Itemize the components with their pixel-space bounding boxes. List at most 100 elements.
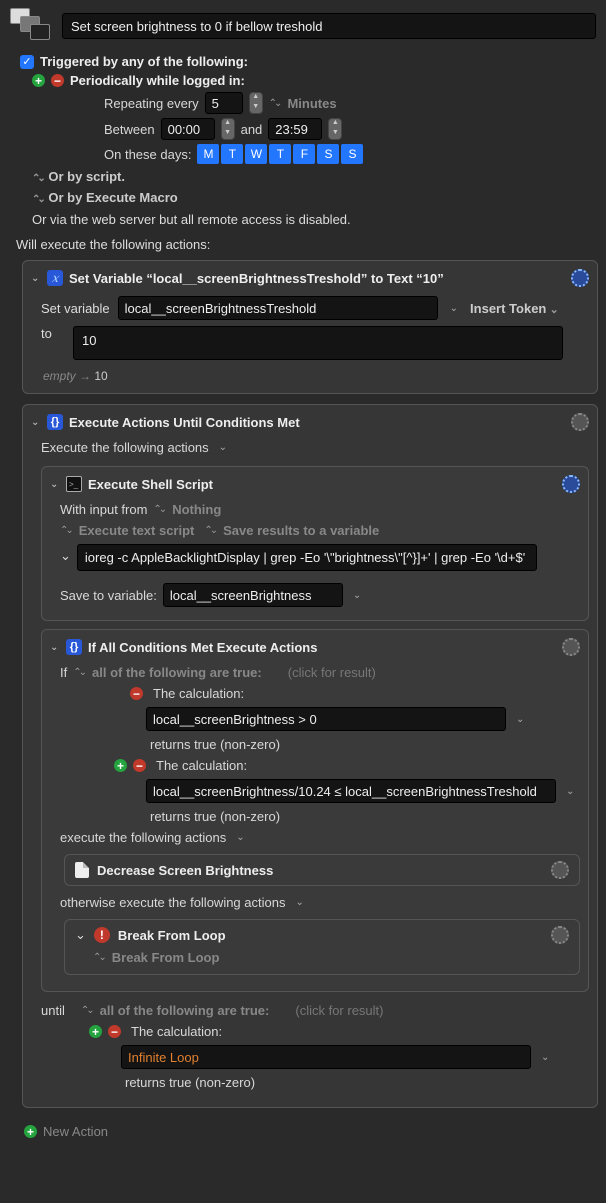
until-label: until bbox=[41, 1003, 65, 1018]
periodic-trigger-label[interactable]: Periodically while logged in: bbox=[70, 73, 245, 88]
decrease-title: Decrease Screen Brightness bbox=[97, 863, 273, 878]
remove-cond-button[interactable]: − bbox=[133, 759, 146, 772]
loop-title: Execute Actions Until Conditions Met bbox=[69, 415, 300, 430]
time-end-input[interactable] bbox=[268, 118, 322, 140]
day-thu[interactable]: T bbox=[269, 144, 291, 164]
calc-label: The calculation: bbox=[156, 758, 247, 773]
triggers-enabled-checkbox[interactable]: ✓ bbox=[20, 55, 34, 69]
shell-mode2[interactable]: Save results to a variable bbox=[223, 523, 379, 538]
gear-icon[interactable] bbox=[571, 413, 589, 431]
time-start-stepper[interactable]: ▲▼ bbox=[221, 118, 235, 140]
until-click-result[interactable]: (click for result) bbox=[275, 1003, 383, 1018]
calc2-input[interactable] bbox=[146, 779, 556, 803]
action-loop[interactable]: ⌄ {} Execute Actions Until Conditions Me… bbox=[22, 404, 598, 1108]
insert-token-link[interactable]: Insert Token bbox=[470, 301, 559, 316]
save-variable-input[interactable] bbox=[163, 583, 343, 607]
mode2-updown-icon[interactable]: ⌃⌄ bbox=[204, 525, 215, 536]
remove-trigger-button[interactable]: − bbox=[51, 74, 64, 87]
gear-icon[interactable] bbox=[551, 861, 569, 879]
break-updown-icon[interactable]: ⌃⌄ bbox=[93, 952, 104, 963]
shell-mode1[interactable]: Execute text script bbox=[79, 523, 195, 538]
variable-dropdown-icon[interactable]: ⌄ bbox=[446, 303, 462, 314]
terminal-icon: >_ bbox=[66, 476, 82, 492]
day-mon[interactable]: M bbox=[197, 144, 219, 164]
calc2-dropdown-icon[interactable]: ⌄ bbox=[562, 786, 578, 797]
result-empty: empty bbox=[43, 369, 76, 383]
gear-icon[interactable] bbox=[562, 638, 580, 656]
break-sub[interactable]: Break From Loop bbox=[112, 950, 220, 965]
arrow-icon: → bbox=[79, 369, 91, 383]
or-script-label[interactable]: Or by script. bbox=[48, 169, 125, 184]
disclosure-icon[interactable]: ⌄ bbox=[31, 273, 41, 284]
repeat-stepper[interactable]: ▲▼ bbox=[249, 92, 263, 114]
calc1-dropdown-icon[interactable]: ⌄ bbox=[512, 714, 528, 725]
day-fri[interactable]: F bbox=[293, 144, 315, 164]
add-cond-button[interactable]: + bbox=[114, 759, 127, 772]
calc3-input[interactable] bbox=[121, 1045, 531, 1069]
save-variable-dropdown-icon[interactable]: ⌄ bbox=[349, 590, 365, 601]
variable-icon: 𝑥 bbox=[47, 270, 63, 286]
add-trigger-button[interactable]: + bbox=[32, 74, 45, 87]
repeat-value-input[interactable] bbox=[205, 92, 243, 114]
calc1-input[interactable] bbox=[146, 707, 506, 731]
then-dropdown-icon[interactable]: ⌄ bbox=[232, 832, 248, 843]
remove-cond-button[interactable]: − bbox=[130, 687, 143, 700]
if-cond-updown-icon[interactable]: ⌃⌄ bbox=[73, 667, 84, 678]
break-title: Break From Loop bbox=[118, 928, 226, 943]
action-shell-script[interactable]: ⌄ >_ Execute Shell Script With input fro… bbox=[41, 466, 589, 621]
new-action-label: New Action bbox=[43, 1124, 108, 1139]
disclosure-icon[interactable]: ⌄ bbox=[50, 642, 60, 653]
script-disclosure-icon[interactable]: ⌄ bbox=[60, 548, 71, 564]
actions-dropdown-icon[interactable]: ⌄ bbox=[215, 442, 231, 453]
or-macro-updown-icon[interactable]: ⌃⌄ bbox=[32, 194, 43, 205]
mode1-updown-icon[interactable]: ⌃⌄ bbox=[60, 525, 71, 536]
gear-icon[interactable] bbox=[562, 475, 580, 493]
variable-name-input[interactable] bbox=[118, 296, 438, 320]
or-script-updown-icon[interactable]: ⌃⌄ bbox=[32, 173, 43, 184]
day-sat[interactable]: S bbox=[317, 144, 339, 164]
day-picker[interactable]: M T W T F S S bbox=[197, 144, 363, 164]
day-wed[interactable]: W bbox=[245, 144, 267, 164]
or-macro-label[interactable]: Or by Execute Macro bbox=[48, 190, 177, 205]
click-for-result[interactable]: (click for result) bbox=[268, 665, 376, 680]
setvar-title: Set Variable “local__screenBrightnessTre… bbox=[69, 271, 444, 286]
to-value-input[interactable]: 10 bbox=[73, 326, 563, 360]
disclosure-icon[interactable]: ⌄ bbox=[75, 927, 86, 943]
disclosure-icon[interactable]: ⌄ bbox=[31, 417, 41, 428]
returns-label: returns true (non-zero) bbox=[125, 1075, 255, 1090]
returns-label: returns true (non-zero) bbox=[150, 737, 280, 752]
if-cond-value[interactable]: all of the following are true: bbox=[92, 665, 262, 680]
else-dropdown-icon[interactable]: ⌄ bbox=[291, 897, 307, 908]
add-until-cond-button[interactable]: + bbox=[89, 1025, 102, 1038]
day-sun[interactable]: S bbox=[341, 144, 363, 164]
script-text-input[interactable]: ioreg -c AppleBacklightDisplay | grep -E… bbox=[77, 544, 537, 571]
until-cond[interactable]: all of the following are true: bbox=[100, 1003, 270, 1018]
input-updown-icon[interactable]: ⌃⌄ bbox=[153, 504, 164, 515]
time-start-input[interactable] bbox=[161, 118, 215, 140]
calc3-dropdown-icon[interactable]: ⌄ bbox=[537, 1052, 553, 1063]
braces-icon: {} bbox=[47, 414, 63, 430]
time-end-stepper[interactable]: ▲▼ bbox=[328, 118, 342, 140]
action-if-conditions[interactable]: ⌄ {} If All Conditions Met Execute Actio… bbox=[41, 629, 589, 992]
action-decrease-brightness[interactable]: Decrease Screen Brightness bbox=[64, 854, 580, 886]
until-updown-icon[interactable]: ⌃⌄ bbox=[81, 1005, 92, 1016]
with-input-value[interactable]: Nothing bbox=[172, 502, 221, 517]
macro-icon bbox=[10, 8, 52, 44]
shell-title: Execute Shell Script bbox=[88, 477, 213, 492]
macro-title-input[interactable] bbox=[62, 13, 596, 39]
disclosure-icon[interactable]: ⌄ bbox=[50, 479, 60, 490]
action-break-loop[interactable]: ⌄ ! Break From Loop ⌃⌄ Break From Loop bbox=[64, 919, 580, 975]
action-set-variable[interactable]: ⌄ 𝑥 Set Variable “local__screenBrightnes… bbox=[22, 260, 598, 394]
remove-until-cond-button[interactable]: − bbox=[108, 1025, 121, 1038]
unit-updown-icon[interactable]: ⌃⌄ bbox=[269, 98, 280, 109]
day-tue[interactable]: T bbox=[221, 144, 243, 164]
gear-icon[interactable] bbox=[571, 269, 589, 287]
new-action-button[interactable]: + New Action bbox=[4, 1118, 602, 1143]
plus-icon: + bbox=[24, 1125, 37, 1138]
exec-actions-label: Execute the following actions bbox=[41, 440, 209, 455]
calc-label: The calculation: bbox=[153, 686, 244, 701]
gear-icon[interactable] bbox=[551, 926, 569, 944]
days-label: On these days: bbox=[104, 147, 191, 162]
repeat-unit[interactable]: Minutes bbox=[287, 96, 336, 111]
or-web-label: Or via the web server but all remote acc… bbox=[4, 208, 602, 231]
